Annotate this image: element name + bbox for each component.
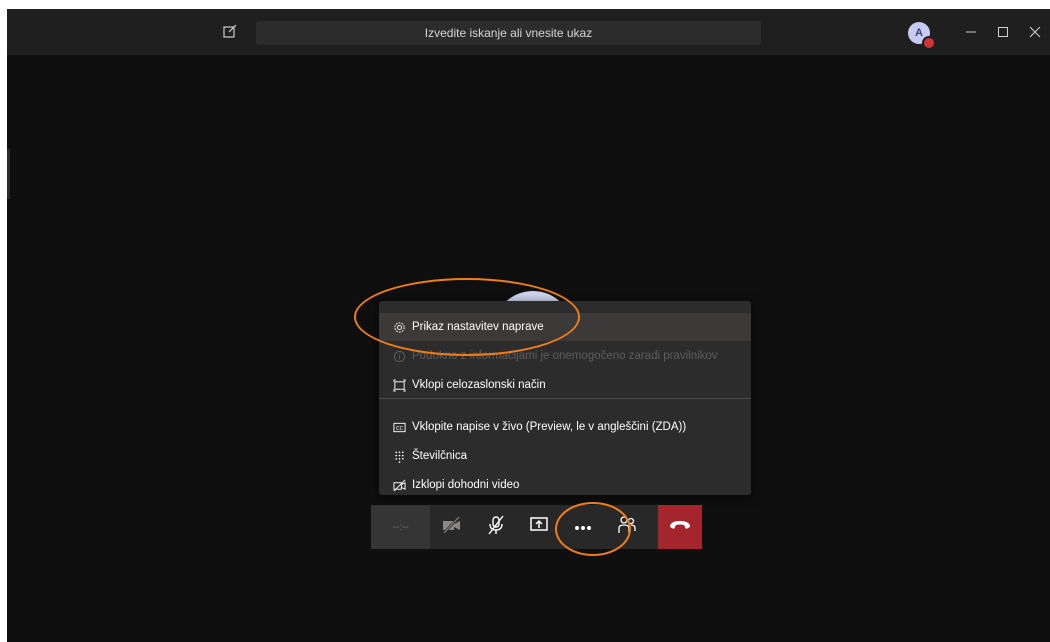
search-placeholder: Izvedite iskanje ali vnesite ukaz <box>424 26 593 40</box>
maximize-icon[interactable] <box>992 21 1014 43</box>
participants-button[interactable] <box>605 505 649 549</box>
search-input[interactable]: Izvedite iskanje ali vnesite ukaz <box>256 21 761 45</box>
menu-item-label: Številčnica <box>412 450 467 462</box>
title-bar: Izvedite iskanje ali vnesite ukaz A <box>7 9 1050 55</box>
menu-item-label: Prikaz nastavitev naprave <box>412 321 544 333</box>
info-icon <box>392 349 406 363</box>
menu-item-fullscreen[interactable]: Vklopi celozaslonski način <box>379 371 751 399</box>
menu-item-label: Izklopi dohodni video <box>412 479 520 491</box>
more-options-icon <box>573 518 593 536</box>
dialpad-icon <box>392 449 406 463</box>
presence-status-badge <box>922 36 936 50</box>
gear-icon <box>392 320 406 334</box>
fullscreen-icon <box>392 378 406 392</box>
call-timer-text: --:-- <box>392 521 409 533</box>
menu-item-label: Podokno z informacijami je onemogočeno z… <box>412 350 718 362</box>
mic-off-icon <box>487 515 505 540</box>
menu-item-incoming-video-off[interactable]: Izklopi dohodni video <box>379 471 751 499</box>
camera-toggle-button[interactable] <box>430 505 474 549</box>
menu-item-dialpad[interactable]: Številčnica <box>379 442 751 470</box>
more-options-button[interactable] <box>561 505 605 549</box>
share-screen-icon <box>529 516 549 539</box>
menu-item-label: Vklopite napise v živo (Preview, le v an… <box>412 421 687 433</box>
menu-item-info-pane: Podokno z informacijami je onemogočeno z… <box>379 342 751 370</box>
call-timer: --:-- <box>371 505 431 549</box>
svg-text:CC: CC <box>395 425 403 431</box>
menu-item-device-settings[interactable]: Prikaz nastavitev naprave <box>379 313 751 341</box>
menu-item-live-captions[interactable]: CC Vklopite napise v živo (Preview, le v… <box>379 413 751 441</box>
compose-icon[interactable] <box>222 23 238 39</box>
minimize-icon[interactable] <box>960 21 982 43</box>
side-strip <box>7 149 10 199</box>
close-icon[interactable] <box>1024 21 1046 43</box>
menu-separator <box>379 398 751 399</box>
call-controls: --:-- <box>371 505 702 549</box>
mic-toggle-button[interactable] <box>474 505 518 549</box>
participants-icon <box>617 515 637 540</box>
hang-up-button[interactable] <box>658 505 702 549</box>
teams-window: Izvedite iskanje ali vnesite ukaz A Prik… <box>7 9 1050 642</box>
video-off-icon <box>392 478 406 492</box>
captions-icon: CC <box>392 420 406 434</box>
camera-off-icon <box>442 515 462 539</box>
share-screen-button[interactable] <box>518 505 562 549</box>
menu-item-label: Vklopi celozaslonski način <box>412 379 546 391</box>
hang-up-icon <box>669 518 691 536</box>
more-options-menu: Prikaz nastavitev naprave Podokno z info… <box>379 301 751 495</box>
avatar-initial: A <box>915 27 923 39</box>
